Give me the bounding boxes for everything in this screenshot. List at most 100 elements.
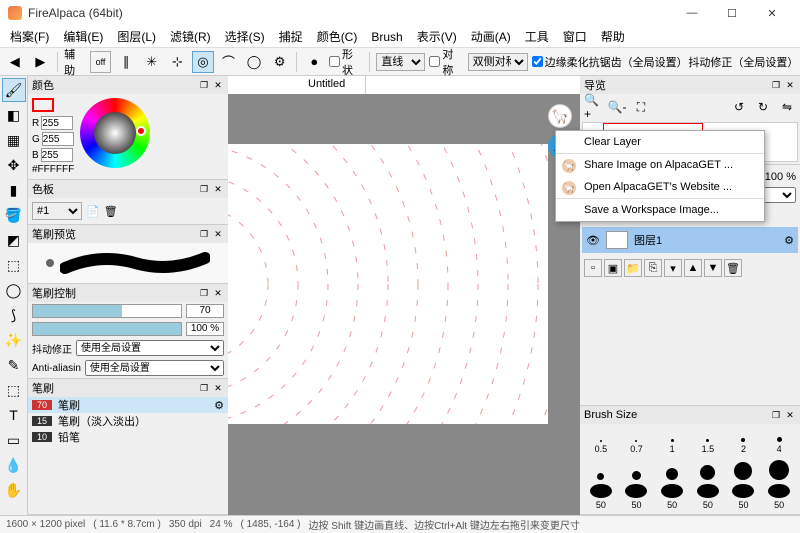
snap-mode-select[interactable]: 直线 [376, 53, 425, 71]
snap-vanish-icon[interactable]: ⊹ [167, 51, 189, 73]
gradient-tool-icon[interactable]: ◩ [2, 228, 26, 252]
snap-radial-icon[interactable]: ◎ [192, 51, 214, 73]
size-cell[interactable]: 50 [655, 484, 689, 510]
zoom-out-icon[interactable]: 🔍- [608, 98, 626, 116]
alpaca-badge-icon[interactable]: 🦙 [548, 104, 572, 128]
size-cell[interactable] [584, 456, 618, 482]
artboard[interactable] [228, 144, 548, 424]
layer-name[interactable]: 图层1 [634, 232, 662, 248]
dot-tool-icon[interactable]: ▦ [2, 128, 26, 152]
ctx-save-workspace[interactable]: Save a Workspace Image... [556, 198, 764, 221]
menu-file[interactable]: 档案(F) [4, 26, 55, 47]
size-cell[interactable]: 50 [620, 484, 654, 510]
eraser-tool-icon[interactable]: ◧ [2, 103, 26, 127]
zoom-fit-icon[interactable]: ⛶ [632, 98, 650, 116]
size-cell[interactable]: 0.7 [620, 428, 654, 454]
symmetry-select[interactable]: 双侧对称 [468, 53, 528, 71]
menu-select[interactable]: 选择(S) [219, 26, 271, 47]
viewport[interactable]: 🦙 ☁ [228, 94, 580, 515]
snap-off-icon[interactable]: off [90, 51, 112, 73]
brush-row[interactable]: 70笔刷⚙ [28, 397, 228, 413]
add-swatch-icon[interactable]: 📄 [86, 205, 100, 218]
visibility-icon[interactable]: 👁 [586, 234, 600, 247]
size-cell[interactable]: 50 [762, 484, 796, 510]
stab-select[interactable]: 使用全局设置 [76, 340, 224, 356]
brush-row[interactable]: 10铅笔 [28, 429, 228, 445]
gear-icon[interactable]: ⚙ [784, 234, 794, 247]
menu-snap[interactable]: 捕捉 [273, 26, 309, 47]
nav-back-icon[interactable]: ◀ [4, 51, 26, 73]
ctx-open-alpacaget[interactable]: 🦙Open AlpacaGET's Website ... [556, 176, 764, 198]
nav-fwd-icon[interactable]: ▶ [30, 51, 52, 73]
swatch-set-select[interactable]: #1 [32, 202, 82, 220]
size-cell[interactable] [655, 456, 689, 482]
select-ellipse-icon[interactable]: ◯ [2, 278, 26, 302]
size-cell[interactable]: 0.5 [584, 428, 618, 454]
undock-icon[interactable]: ❐ [198, 79, 210, 91]
menu-tool[interactable]: 工具 [519, 26, 555, 47]
size-cell[interactable]: 4 [762, 428, 796, 454]
menu-edit[interactable]: 编辑(E) [57, 26, 109, 47]
size-cell[interactable]: 2 [727, 428, 761, 454]
dup-layer-icon[interactable]: ⎘ [644, 259, 662, 277]
new-group-icon[interactable]: ▣ [604, 259, 622, 277]
opacity-slider[interactable] [32, 322, 182, 336]
move-tool-icon[interactable]: ✥ [2, 153, 26, 177]
size-cell[interactable]: 50 [727, 484, 761, 510]
size-cell[interactable]: 50 [691, 484, 725, 510]
close-icon[interactable]: ✕ [212, 79, 224, 91]
divide-tool-icon[interactable]: ▭ [2, 428, 26, 452]
menu-anim[interactable]: 动画(A) [465, 26, 517, 47]
lasso-tool-icon[interactable]: ⟆ [2, 303, 26, 327]
layer-row[interactable]: 👁 图层1 ⚙ [582, 227, 798, 253]
menu-brush[interactable]: Brush [365, 28, 408, 46]
menu-filter[interactable]: 滤镜(R) [164, 26, 217, 47]
size-cell[interactable]: 50 [584, 484, 618, 510]
shape-circle-icon[interactable]: ● [303, 51, 325, 73]
maximize-button[interactable]: ☐ [712, 0, 752, 26]
snap-ellipse-icon[interactable]: ◯ [243, 51, 265, 73]
eyedrop-tool-icon[interactable]: 💧 [2, 453, 26, 477]
select-rect-icon[interactable]: ⬚ [2, 253, 26, 277]
new-folder-icon[interactable]: 📁 [624, 259, 642, 277]
down-icon[interactable]: ▼ [704, 259, 722, 277]
menu-help[interactable]: 帮助 [595, 26, 631, 47]
merge-icon[interactable]: ▾ [664, 259, 682, 277]
snap-config-icon[interactable]: ⚙ [269, 51, 291, 73]
delete-layer-icon[interactable]: 🗑 [724, 259, 742, 277]
brush-row[interactable]: 15笔刷（淡入淡出） [28, 413, 228, 429]
menu-view[interactable]: 表示(V) [411, 26, 463, 47]
up-icon[interactable]: ▲ [684, 259, 702, 277]
del-swatch-icon[interactable]: 🗑 [104, 205, 118, 218]
size-cell[interactable] [762, 456, 796, 482]
size-cell[interactable] [620, 456, 654, 482]
minimize-button[interactable]: — [672, 0, 712, 26]
menu-color[interactable]: 颜色(C) [311, 26, 364, 47]
rotate-ccw-icon[interactable]: ↺ [730, 98, 748, 116]
brush-tool-icon[interactable]: 🖌 [2, 78, 26, 102]
new-layer-icon[interactable]: ▫ [584, 259, 602, 277]
g-input[interactable] [42, 132, 74, 146]
size-cell[interactable]: 1.5 [691, 428, 725, 454]
zoom-in-icon[interactable]: 🔍+ [584, 98, 602, 116]
snap-cross-icon[interactable]: ✳ [141, 51, 163, 73]
fg-bg-swatch[interactable] [32, 98, 54, 112]
fill-tool-icon[interactable]: ▮ [2, 178, 26, 202]
aa-checkbox[interactable] [532, 56, 543, 67]
r-input[interactable] [41, 116, 73, 130]
ctx-share-alpacaget[interactable]: 🦙Share Image on AlpacaGET ... [556, 153, 764, 176]
flip-icon[interactable]: ⇋ [778, 98, 796, 116]
selerase-icon[interactable]: ⬚ [2, 378, 26, 402]
menu-layer[interactable]: 图层(L) [111, 26, 162, 47]
menu-window[interactable]: 窗口 [557, 26, 593, 47]
size-cell[interactable] [691, 456, 725, 482]
hand-tool-icon[interactable]: ✋ [2, 478, 26, 502]
shape-checkbox[interactable] [329, 56, 340, 67]
text-tool-icon[interactable]: T [2, 403, 26, 427]
opacity-value[interactable]: 100 % [186, 322, 224, 336]
close-button[interactable]: ✕ [752, 0, 792, 26]
aa-select[interactable]: 使用全局设置 [85, 360, 224, 376]
gear-icon[interactable]: ⚙ [214, 399, 224, 412]
doc-tab[interactable]: Untitled [288, 76, 366, 94]
snap-curve-icon[interactable]: ⌒ [218, 51, 240, 73]
